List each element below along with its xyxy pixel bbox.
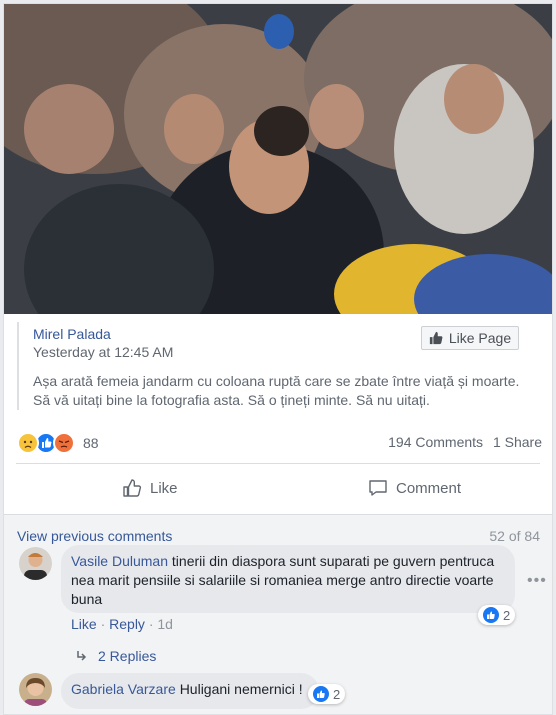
thumbs-up-icon (429, 331, 443, 345)
avatar[interactable] (19, 673, 52, 706)
comment-author[interactable]: Gabriela Varzare (71, 681, 176, 697)
comment-action-button[interactable]: Comment (368, 478, 461, 498)
angry-reaction-icon (53, 432, 75, 454)
divider (4, 514, 552, 515)
post-card: Mirel Palada Yesterday at 12:45 AM Like … (3, 3, 553, 715)
like-action-label: Like (150, 479, 178, 497)
comment-bubble-icon (369, 480, 387, 496)
thumbs-up-outline-icon (123, 479, 142, 497)
comment-text: Huligani nemernici ! (179, 681, 303, 697)
sad-reaction-icon (17, 432, 39, 454)
comment-reaction-count: 2 (503, 607, 511, 623)
comment-action-label: Comment (396, 479, 462, 497)
shares-count-link[interactable]: 1 Share (493, 434, 542, 450)
reaction-count: 88 (83, 435, 99, 451)
comment-bubble: Vasile Duluman tinerii din diaspora sunt… (61, 545, 515, 613)
reactions-summary[interactable]: 88 (17, 432, 99, 454)
comment-reactions-badge[interactable]: 2 (308, 684, 346, 704)
like-action-button[interactable]: Like (122, 478, 178, 498)
shared-post-block: Mirel Palada Yesterday at 12:45 AM Like … (17, 322, 544, 410)
comment-reply-link[interactable]: Reply (109, 616, 145, 632)
reply-arrow-icon (77, 651, 87, 661)
post-text: Așa arată femeia jandarm cu coloana rupt… (33, 373, 520, 408)
replies-label: 2 Replies (98, 648, 157, 664)
comment-reaction-count: 2 (333, 686, 341, 702)
comments-position-count: 52 of 84 (489, 528, 540, 544)
view-previous-comments-link[interactable]: View previous comments (17, 528, 172, 544)
comment-actions: Like · Reply · 1d (71, 616, 173, 632)
engagement-counts: 194 Comments 1 Share (382, 434, 542, 450)
like-reaction-icon (483, 607, 499, 623)
view-replies-link[interactable]: 2 Replies (76, 648, 156, 664)
comment-age[interactable]: 1d (157, 616, 173, 632)
divider (16, 463, 540, 464)
avatar[interactable] (19, 547, 52, 580)
post-photo[interactable] (4, 4, 552, 314)
page-name[interactable]: Mirel Palada (33, 326, 111, 342)
more-options-icon[interactable]: ••• (527, 572, 547, 590)
like-reaction-icon (313, 686, 329, 702)
comment-like-link[interactable]: Like (71, 616, 97, 632)
comment-bubble: Gabriela Varzare Huligani nemernici ! (61, 673, 319, 709)
like-page-label: Like Page (448, 330, 512, 346)
like-page-button[interactable]: Like Page (421, 326, 519, 350)
post-timestamp[interactable]: Yesterday at 12:45 AM (33, 344, 173, 360)
comment-reactions-badge[interactable]: 2 (478, 605, 516, 625)
comments-count-link[interactable]: 194 Comments (388, 434, 483, 450)
comment-author[interactable]: Vasile Duluman (71, 553, 168, 569)
